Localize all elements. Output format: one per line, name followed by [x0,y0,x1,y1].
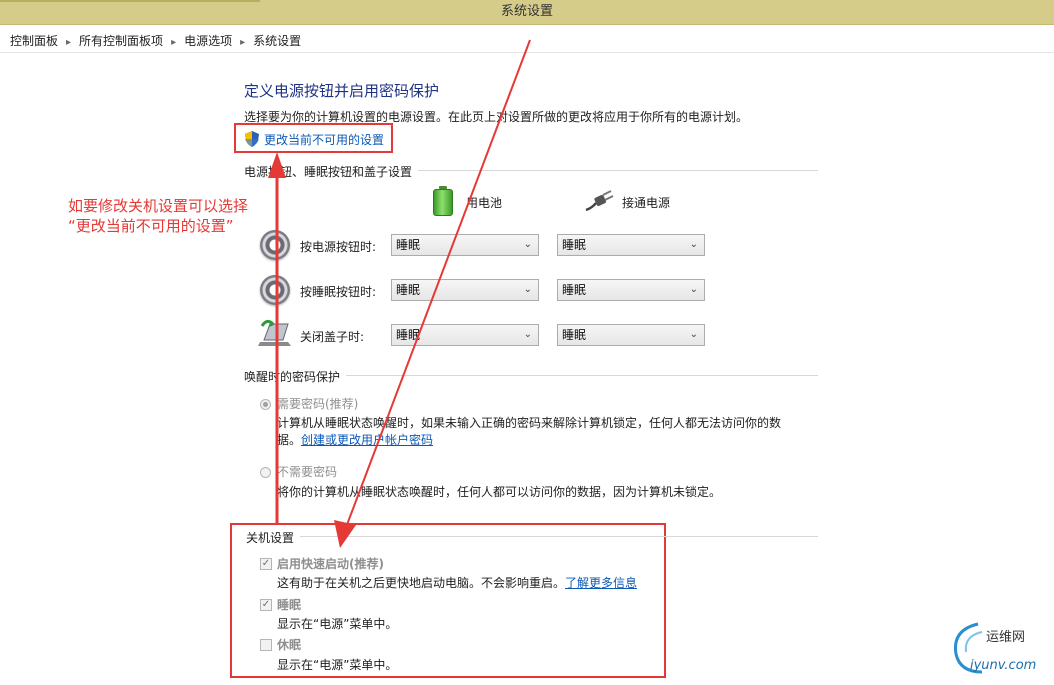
annotation-arrows [268,39,531,548]
annotation-arrow-diagonal [334,39,531,548]
annotation-arrow-up [268,152,286,525]
watermark-site: iyunv.com [970,658,1037,673]
watermark-logo: 运维网 iyunv.com [948,612,1048,682]
watermark-brand: 运维网 [986,630,1026,645]
